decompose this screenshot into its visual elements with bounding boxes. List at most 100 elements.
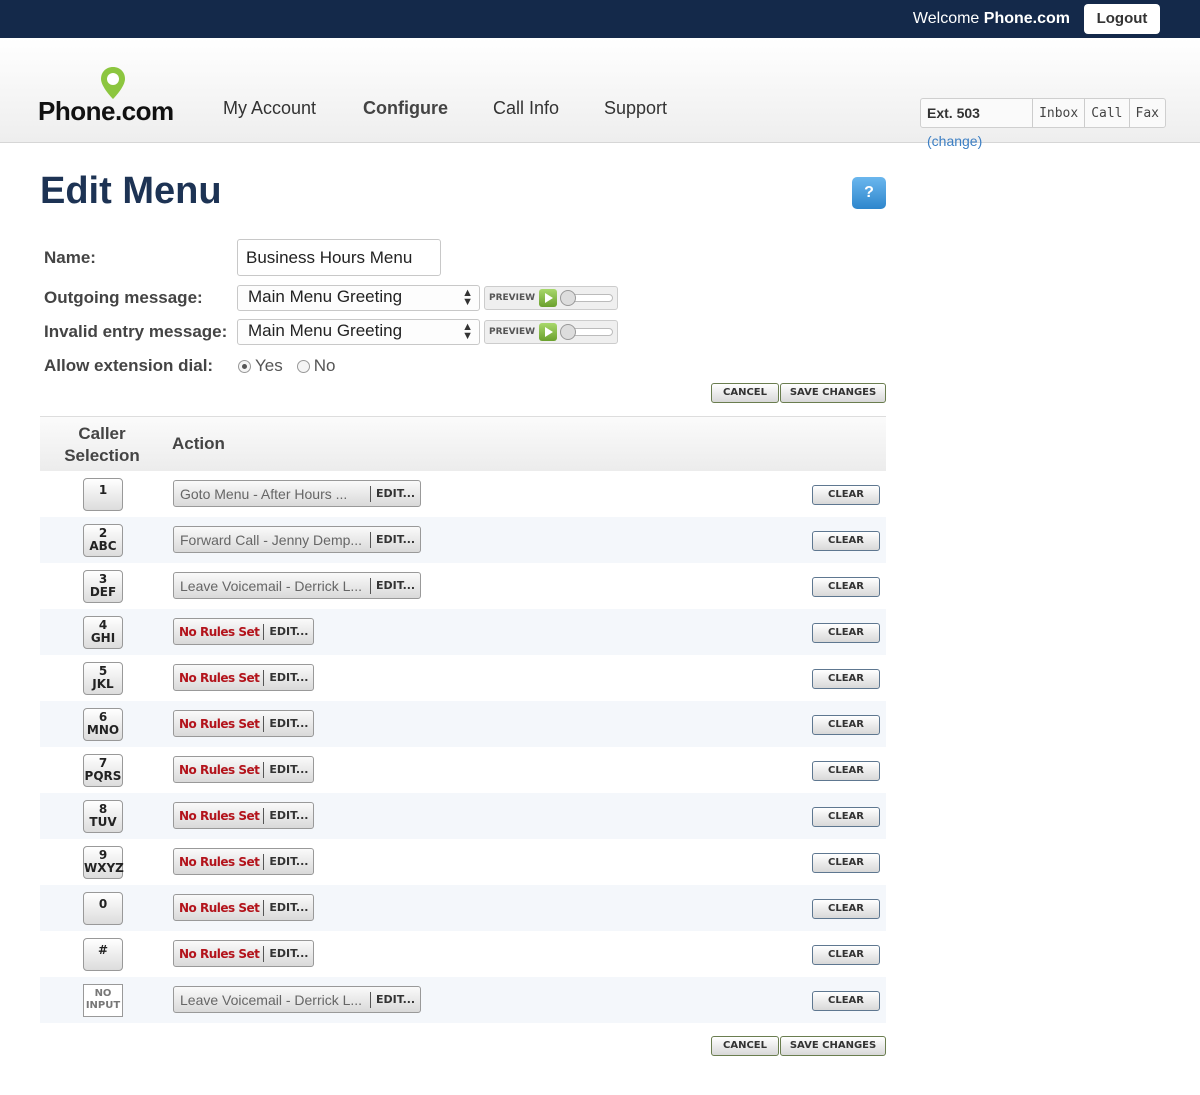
keypad-key: 3 DEF bbox=[83, 570, 123, 603]
key-letters: WXYZ bbox=[84, 861, 124, 875]
no-rules-label: No Rules Set bbox=[179, 854, 260, 869]
table-row: NO INPUT Leave Voicemail - Derrick L... EDI… bbox=[40, 977, 886, 1023]
edit-label[interactable]: EDIT... bbox=[371, 487, 420, 500]
edit-label[interactable]: EDIT... bbox=[264, 717, 313, 730]
edit-label[interactable]: EDIT... bbox=[264, 763, 313, 776]
call-link[interactable]: Call bbox=[1085, 99, 1130, 127]
action-button[interactable]: No Rules Set EDIT... bbox=[173, 894, 315, 921]
welcome-text: Welcome Phone.com bbox=[913, 10, 1070, 28]
key-letters: TUV bbox=[89, 815, 117, 829]
site-header: Phone.com My Account Configure Call Info… bbox=[0, 38, 1200, 149]
action-button[interactable]: No Rules Set EDIT... bbox=[173, 710, 315, 737]
preview-label: PREVIEW bbox=[489, 293, 536, 303]
nav-call-info[interactable]: Call Info bbox=[493, 98, 559, 119]
clear-button[interactable]: CLEAR bbox=[812, 853, 880, 873]
menu-name-input[interactable] bbox=[237, 239, 441, 276]
select-arrows-icon: ▲ ▼ bbox=[462, 287, 473, 308]
clear-button[interactable]: CLEAR bbox=[812, 623, 880, 643]
key-number: # bbox=[97, 943, 109, 957]
page-title: Edit Menu bbox=[40, 170, 222, 212]
clear-button[interactable]: CLEAR bbox=[812, 531, 880, 551]
nav-my-account[interactable]: My Account bbox=[223, 98, 316, 119]
clear-button[interactable]: CLEAR bbox=[812, 669, 880, 689]
action-description: Goto Menu - After Hours ... bbox=[180, 485, 348, 502]
keypad-key: 2 ABC bbox=[83, 524, 123, 557]
phone-com-logo[interactable]: Phone.com bbox=[38, 66, 188, 126]
clear-button[interactable]: CLEAR bbox=[812, 991, 880, 1011]
preview-label: PREVIEW bbox=[489, 327, 536, 337]
preview-slider[interactable] bbox=[560, 290, 614, 306]
edit-label[interactable]: EDIT... bbox=[264, 625, 313, 638]
allow-extension-no-radio[interactable] bbox=[296, 359, 310, 373]
slider-knob[interactable] bbox=[560, 290, 577, 306]
table-row: 9 WXYZ No Rules Set EDIT... CLEAR bbox=[40, 839, 886, 885]
key-letters: INPUT bbox=[85, 1000, 121, 1011]
no-rules-label: No Rules Set bbox=[179, 808, 260, 823]
table-row: 3 DEF Leave Voicemail - Derrick L... EDIT..… bbox=[40, 563, 886, 609]
clear-button[interactable]: CLEAR bbox=[812, 577, 880, 597]
allow-extension-radio-group: Yes No bbox=[238, 356, 335, 376]
action-button[interactable]: No Rules Set EDIT... bbox=[173, 848, 315, 875]
keypad-key: 1 bbox=[83, 478, 123, 511]
action-button[interactable]: Goto Menu - After Hours ... EDIT... bbox=[173, 480, 422, 507]
keypad-key: 8 TUV bbox=[83, 800, 123, 833]
change-extension-link[interactable]: (change) bbox=[927, 133, 982, 149]
action-button[interactable]: No Rules Set EDIT... bbox=[173, 618, 315, 645]
no-label: No bbox=[313, 356, 336, 375]
no-rules-label: No Rules Set bbox=[179, 946, 260, 961]
save-changes-button[interactable]: SAVE CHANGES bbox=[780, 383, 886, 403]
action-button[interactable]: No Rules Set EDIT... bbox=[173, 802, 315, 829]
edit-label[interactable]: EDIT... bbox=[264, 809, 313, 822]
table-row: 7 PQRS No Rules Set EDIT... CLEAR bbox=[40, 747, 886, 793]
invalid-preview-player: PREVIEW bbox=[484, 320, 618, 344]
help-button[interactable]: ? bbox=[852, 177, 886, 209]
outgoing-message-value: Main Menu Greeting bbox=[248, 287, 403, 306]
slider-knob[interactable] bbox=[560, 324, 577, 340]
save-changes-button-bottom[interactable]: SAVE CHANGES bbox=[780, 1036, 886, 1056]
action-button[interactable]: No Rules Set EDIT... bbox=[173, 664, 315, 691]
outgoing-message-select[interactable]: Main Menu Greeting ▲ ▼ bbox=[237, 285, 480, 311]
edit-label[interactable]: EDIT... bbox=[264, 671, 313, 684]
play-icon[interactable] bbox=[539, 323, 558, 341]
key-number: 1 bbox=[98, 483, 108, 497]
action-button[interactable]: No Rules Set EDIT... bbox=[173, 940, 315, 967]
extension-box: Ext. 503 (change) Inbox Call Fax bbox=[920, 98, 1166, 149]
edit-label[interactable]: EDIT... bbox=[264, 947, 313, 960]
cancel-button[interactable]: CANCEL bbox=[711, 383, 779, 403]
action-button[interactable]: No Rules Set EDIT... bbox=[173, 756, 315, 783]
allow-extension-yes-radio[interactable] bbox=[238, 359, 251, 373]
cancel-button-bottom[interactable]: CANCEL bbox=[711, 1036, 779, 1056]
inbox-link[interactable]: Inbox bbox=[1033, 99, 1086, 127]
edit-label[interactable]: EDIT... bbox=[371, 533, 420, 546]
logout-button[interactable]: Logout bbox=[1084, 4, 1160, 34]
no-rules-label: No Rules Set bbox=[179, 716, 260, 731]
clear-button[interactable]: CLEAR bbox=[812, 485, 880, 505]
edit-label[interactable]: EDIT... bbox=[264, 901, 313, 914]
edit-label[interactable]: EDIT... bbox=[371, 993, 420, 1006]
keypad-key: 7 PQRS bbox=[83, 754, 123, 787]
key-letters: PQRS bbox=[84, 769, 122, 783]
nav-support[interactable]: Support bbox=[604, 98, 667, 119]
clear-button[interactable]: CLEAR bbox=[812, 945, 880, 965]
invalid-entry-select[interactable]: Main Menu Greeting ▲ ▼ bbox=[237, 319, 480, 345]
keypad-key: 9 WXYZ bbox=[83, 846, 124, 879]
action-button[interactable]: Forward Call - Jenny Demp... EDIT... bbox=[173, 526, 422, 553]
action-button[interactable]: Leave Voicemail - Derrick L... EDIT... bbox=[173, 986, 422, 1013]
fax-link[interactable]: Fax bbox=[1130, 99, 1165, 127]
action-button[interactable]: Leave Voicemail - Derrick L... EDIT... bbox=[173, 572, 422, 599]
clear-button[interactable]: CLEAR bbox=[812, 761, 880, 781]
keypad-key: 5 JKL bbox=[83, 662, 123, 695]
table-row: 1 Goto Menu - After Hours ... EDIT... CLEAR bbox=[40, 471, 886, 517]
allow-extension-label: Allow extension dial: bbox=[44, 356, 214, 375]
nav-configure[interactable]: Configure bbox=[363, 98, 448, 119]
preview-slider[interactable] bbox=[560, 324, 614, 340]
clear-button[interactable]: CLEAR bbox=[812, 715, 880, 735]
clear-button[interactable]: CLEAR bbox=[812, 807, 880, 827]
table-row: 6 MNO No Rules Set EDIT... CLEAR bbox=[40, 701, 886, 747]
name-label: Name: bbox=[44, 248, 96, 267]
edit-label[interactable]: EDIT... bbox=[264, 855, 313, 868]
clear-button[interactable]: CLEAR bbox=[812, 899, 880, 919]
play-icon[interactable] bbox=[539, 289, 558, 307]
edit-label[interactable]: EDIT... bbox=[371, 579, 420, 592]
no-rules-label: No Rules Set bbox=[179, 900, 260, 915]
